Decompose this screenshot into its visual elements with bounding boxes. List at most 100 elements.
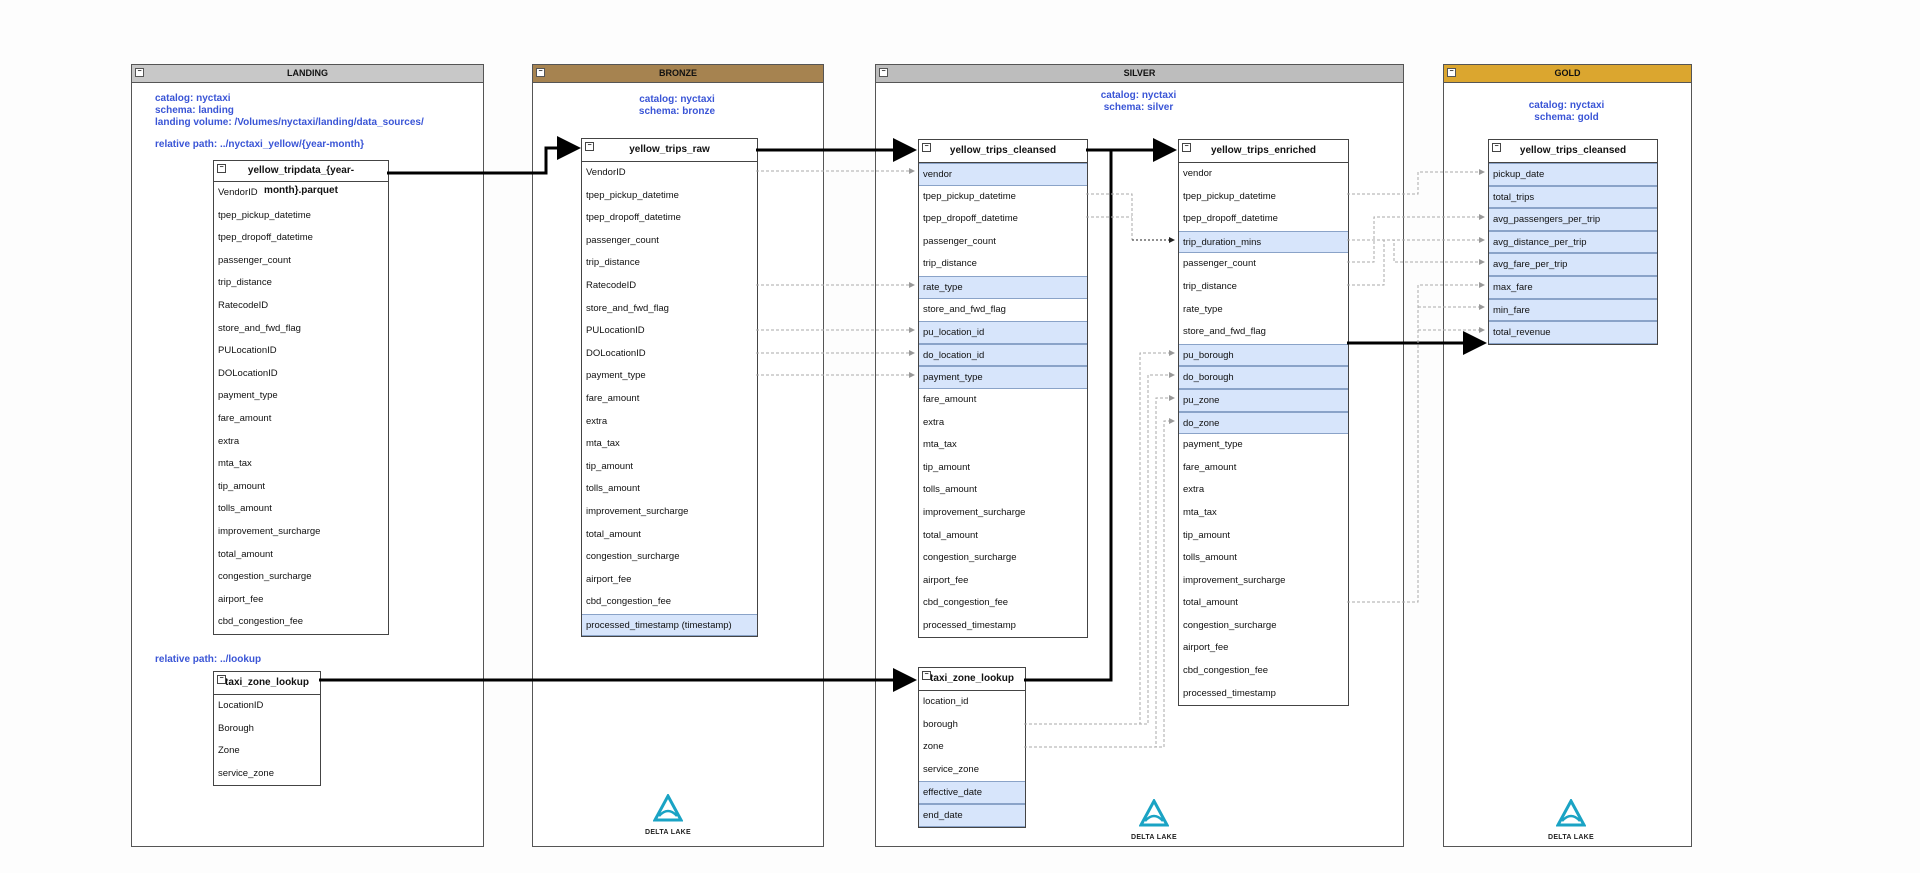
table-column-row[interactable]: trip_duration_mins xyxy=(1179,230,1348,254)
table-column-row[interactable]: service_zone xyxy=(919,759,1025,782)
table-column-row[interactable]: RatecodeID xyxy=(214,295,388,318)
collapse-toggle-icon[interactable]: − xyxy=(922,143,931,152)
table-column-row[interactable]: cbd_congestion_fee xyxy=(582,591,757,614)
table-column-row[interactable]: max_fare xyxy=(1489,275,1657,299)
table-column-row[interactable]: tpep_pickup_datetime xyxy=(919,186,1087,209)
table-column-row[interactable]: end_date xyxy=(919,803,1025,827)
table-bronze-raw[interactable]: − yellow_trips_raw VendorID tpep_pickup_dat… xyxy=(581,138,758,638)
table-column-row[interactable]: min_fare xyxy=(1489,298,1657,322)
table-column-row[interactable]: congestion_surcharge xyxy=(214,566,388,589)
table-silver-cleansed[interactable]: − yellow_trips_cleansed vendor tpep_pickup_… xyxy=(918,139,1088,639)
table-column-row[interactable]: cbd_congestion_fee xyxy=(214,611,388,634)
table-column-row[interactable]: airport_fee xyxy=(1179,637,1348,660)
table-column-row[interactable]: total_amount xyxy=(214,544,388,567)
table-column-row[interactable]: tolls_amount xyxy=(1179,547,1348,570)
table-column-row[interactable]: tpep_dropoff_datetime xyxy=(214,227,388,250)
table-column-row[interactable]: extra xyxy=(582,411,757,434)
table-column-row[interactable]: effective_date xyxy=(919,781,1025,804)
table-column-row[interactable]: processed_timestamp (timestamp) xyxy=(582,613,757,637)
table-column-row[interactable]: fare_amount xyxy=(214,408,388,431)
table-column-row[interactable]: trip_distance xyxy=(1179,276,1348,299)
collapse-toggle-icon[interactable]: − xyxy=(1447,68,1456,77)
table-title[interactable]: − taxi_zone_lookup xyxy=(214,672,320,695)
table-column-row[interactable]: mta_tax xyxy=(1179,502,1348,525)
collapse-toggle-icon[interactable]: − xyxy=(135,68,144,77)
table-column-row[interactable]: tpep_pickup_datetime xyxy=(1179,186,1348,209)
table-column-row[interactable]: tip_amount xyxy=(1179,525,1348,548)
table-column-row[interactable]: tpep_pickup_datetime xyxy=(214,205,388,228)
table-column-row[interactable]: store_and_fwd_flag xyxy=(582,298,757,321)
table-column-row[interactable]: passenger_count xyxy=(582,230,757,253)
table-column-row[interactable]: improvement_surcharge xyxy=(919,502,1087,525)
table-column-row[interactable]: tip_amount xyxy=(214,476,388,499)
table-column-row[interactable]: DOLocationID xyxy=(582,343,757,366)
table-column-row[interactable]: tolls_amount xyxy=(214,498,388,521)
table-column-row[interactable]: store_and_fwd_flag xyxy=(919,299,1087,322)
table-title[interactable]: − yellow_trips_cleansed xyxy=(919,140,1087,163)
table-column-row[interactable]: total_amount xyxy=(919,525,1087,548)
table-column-row[interactable]: avg_distance_per_trip xyxy=(1489,230,1657,254)
table-column-row[interactable]: total_amount xyxy=(582,524,757,547)
table-column-row[interactable]: congestion_surcharge xyxy=(582,546,757,569)
table-column-row[interactable]: DOLocationID xyxy=(214,363,388,386)
table-column-row[interactable]: mta_tax xyxy=(919,434,1087,457)
table-column-row[interactable]: tolls_amount xyxy=(582,478,757,501)
table-column-row[interactable]: PULocationID xyxy=(582,320,757,343)
table-landing-lookup[interactable]: − taxi_zone_lookup LocationID Borough Zone se… xyxy=(213,671,321,787)
table-column-row[interactable]: tpep_dropoff_datetime xyxy=(582,207,757,230)
table-column-row[interactable]: payment_type xyxy=(214,385,388,408)
table-column-row[interactable]: payment_type xyxy=(919,366,1087,389)
table-column-row[interactable]: payment_type xyxy=(1179,434,1348,457)
collapse-toggle-icon[interactable]: − xyxy=(879,68,888,77)
table-gold-cleansed[interactable]: − yellow_trips_cleansed pickup_date total_t… xyxy=(1488,139,1658,345)
table-column-row[interactable]: airport_fee xyxy=(919,570,1087,593)
table-column-row[interactable]: total_trips xyxy=(1489,185,1657,209)
table-column-row[interactable]: tip_amount xyxy=(582,456,757,479)
table-column-row[interactable]: total_revenue xyxy=(1489,321,1657,344)
table-column-row[interactable]: rate_type xyxy=(919,275,1087,299)
table-column-row[interactable]: vendor xyxy=(919,163,1087,186)
table-column-row[interactable]: cbd_congestion_fee xyxy=(1179,660,1348,683)
table-column-row[interactable]: total_amount xyxy=(1179,592,1348,615)
table-column-row[interactable]: rate_type xyxy=(1179,299,1348,322)
table-silver-enriched[interactable]: − yellow_trips_enriched vendor tpep_pickup_… xyxy=(1178,139,1349,707)
table-column-row[interactable]: LocationID xyxy=(214,695,320,718)
table-column-row[interactable]: trip_distance xyxy=(582,252,757,275)
table-column-row[interactable]: processed_timestamp xyxy=(919,615,1087,638)
table-column-row[interactable]: fare_amount xyxy=(1179,457,1348,480)
lane-bronze-header[interactable]: − BRONZE xyxy=(533,65,823,83)
table-column-row[interactable]: improvement_surcharge xyxy=(1179,570,1348,593)
lane-gold-header[interactable]: − GOLD xyxy=(1444,65,1691,83)
collapse-toggle-icon[interactable]: − xyxy=(1492,143,1501,152)
lane-landing-header[interactable]: − LANDING xyxy=(132,65,483,83)
table-column-row[interactable]: Zone xyxy=(214,740,320,763)
table-column-row[interactable]: pu_location_id xyxy=(919,321,1087,344)
collapse-toggle-icon[interactable]: − xyxy=(922,671,931,680)
table-column-row[interactable]: mta_tax xyxy=(582,433,757,456)
table-column-row[interactable]: avg_passengers_per_trip xyxy=(1489,208,1657,231)
table-column-row[interactable]: tpep_dropoff_datetime xyxy=(1179,208,1348,231)
table-title[interactable]: − yellow_trips_cleansed xyxy=(1489,140,1657,163)
table-column-row[interactable]: do_location_id xyxy=(919,343,1087,367)
collapse-toggle-icon[interactable]: − xyxy=(217,164,226,173)
table-column-row[interactable]: trip_distance xyxy=(214,272,388,295)
table-column-row[interactable]: vendor xyxy=(1179,163,1348,186)
table-column-row[interactable]: RatecodeID xyxy=(582,275,757,298)
table-column-row[interactable]: VendorID xyxy=(582,162,757,185)
table-column-row[interactable]: passenger_count xyxy=(214,250,388,273)
table-column-row[interactable]: extra xyxy=(214,431,388,454)
table-column-row[interactable]: pu_borough xyxy=(1179,343,1348,367)
collapse-toggle-icon[interactable]: − xyxy=(217,675,226,684)
table-column-row[interactable]: airport_fee xyxy=(582,569,757,592)
table-column-row[interactable]: extra xyxy=(1179,479,1348,502)
table-column-row[interactable]: extra xyxy=(919,412,1087,435)
table-column-row[interactable]: zone xyxy=(919,736,1025,759)
table-column-row[interactable]: avg_fare_per_trip xyxy=(1489,253,1657,276)
table-column-row[interactable]: location_id xyxy=(919,691,1025,714)
table-column-row[interactable]: store_and_fwd_flag xyxy=(1179,321,1348,344)
table-column-row[interactable]: store_and_fwd_flag xyxy=(214,318,388,341)
table-column-row[interactable]: passenger_count xyxy=(1179,253,1348,276)
table-column-row[interactable]: service_zone xyxy=(214,763,320,786)
table-silver-lookup[interactable]: − taxi_zone_lookup location_id borough zone s… xyxy=(918,667,1026,828)
collapse-toggle-icon[interactable]: − xyxy=(536,68,545,77)
